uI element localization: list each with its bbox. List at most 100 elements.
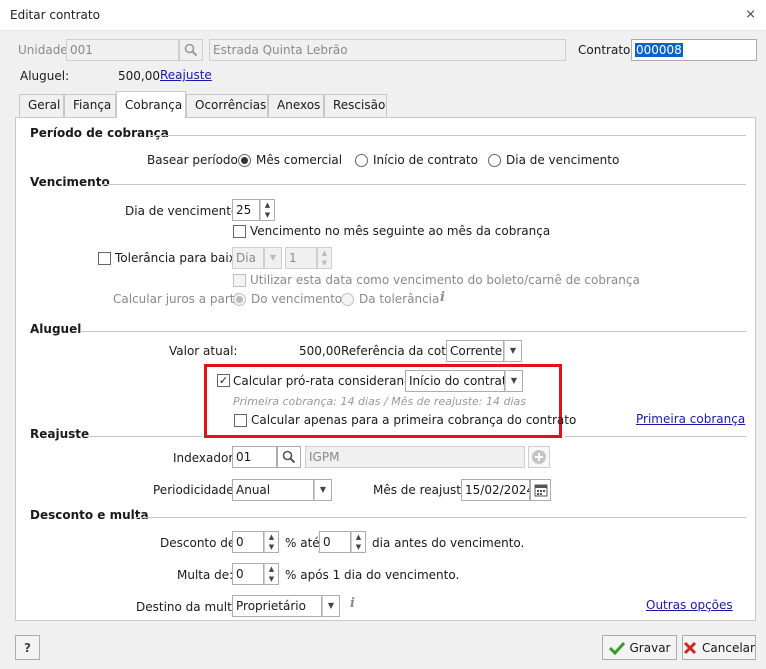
prorata-checkbox[interactable]: ✓ (217, 374, 230, 387)
do-vencimento-label: Do vencimento (251, 292, 343, 306)
checkmark-icon (608, 641, 625, 655)
reajuste-link[interactable]: Reajuste (160, 68, 212, 82)
mes-reajuste-label: Mês de reajuste: (373, 483, 473, 497)
calendar-button[interactable] (530, 479, 551, 501)
aluguel-label: Aluguel: (20, 69, 70, 83)
tab-geral[interactable]: Geral (19, 94, 64, 117)
da-tolerancia-label: Da tolerância (359, 292, 440, 306)
ate-dias-input[interactable]: 0 (319, 531, 351, 553)
unidade-code-input: 001 (66, 39, 179, 61)
referencia-dropdown[interactable]: ▼ (504, 340, 522, 362)
destino-dropdown[interactable]: ▼ (322, 595, 340, 617)
referencia-label: Referência da cota: (341, 344, 458, 358)
dia-vencimento-label: Dia de vencimento: (125, 204, 243, 218)
vencimento-section-title: Vencimento (30, 175, 110, 189)
contrato-value: 000008 (635, 43, 683, 57)
plus-circle-icon (532, 450, 546, 464)
primeira-cobranca-link[interactable]: Primeira cobrança (636, 412, 745, 426)
unidade-name-input: Estrada Quinta Lebrão (209, 39, 566, 61)
reajuste-divider (84, 436, 202, 437)
reajuste-divider-right (565, 436, 746, 437)
mes-reajuste-input[interactable]: 15/02/2024 (461, 479, 530, 501)
info-icon[interactable]: i (440, 290, 445, 305)
title-bar: Editar contrato ⨯ (0, 0, 766, 31)
cancelar-button[interactable]: Cancelar (682, 635, 756, 660)
radio-mes-comercial[interactable] (238, 154, 251, 167)
apenas-primeira-label: Calcular apenas para a primeira cobrança… (251, 413, 577, 427)
multa-label: Multa de: (177, 568, 234, 582)
dia-vencimento-option-label: Dia de vencimento (506, 153, 620, 167)
dia-vencimento-stepper[interactable]: ▲ ▼ (260, 199, 275, 221)
tolerancia-unit-select: Dia (232, 247, 264, 269)
aluguel-divider (80, 331, 746, 332)
add-indexador-button[interactable] (528, 446, 550, 468)
help-icon: ? (24, 640, 31, 655)
close-icon[interactable]: ⨯ (745, 7, 756, 22)
window-title: Editar contrato (10, 8, 100, 22)
juros-label: Calcular juros a partir: (113, 292, 247, 306)
contrato-input[interactable]: 000008 (631, 39, 757, 61)
tolerancia-value-input: 1 (285, 247, 317, 269)
mes-comercial-label: Mês comercial (256, 153, 343, 167)
radio-inicio-contrato[interactable] (355, 154, 368, 167)
periodicidade-select[interactable]: Anual (232, 479, 314, 501)
outras-opcoes-link[interactable]: Outras opções (646, 598, 733, 612)
aluguel-value: 500,00 (118, 69, 160, 83)
tab-fianca[interactable]: Fiança (64, 94, 116, 117)
multa-stepper[interactable]: ▲ ▼ (264, 563, 279, 585)
gravar-label: Gravar (629, 640, 671, 655)
aluguel-section-title: Aluguel (30, 322, 82, 336)
gravar-button[interactable]: Gravar (602, 635, 677, 660)
dia-vencimento-input[interactable]: 25 (232, 199, 260, 221)
reajuste-section-title: Reajuste (30, 427, 90, 441)
indexador-name-input: IGPM (305, 446, 525, 468)
destino-select[interactable]: Proprietário (232, 595, 322, 617)
cancelar-label: Cancelar (702, 640, 755, 655)
contrato-label: Contrato: (578, 43, 635, 57)
inicio-contrato-label: Início de contrato (373, 153, 478, 167)
prorata-select[interactable]: Início do contrato (405, 370, 505, 392)
indexador-code-input[interactable]: 01 (232, 446, 277, 468)
desconto-stepper[interactable]: ▲ ▼ (264, 531, 279, 553)
prorata-label: Calcular pró-rata considerando: (233, 374, 424, 388)
multa-input[interactable]: 0 (232, 563, 264, 585)
apenas-primeira-checkbox[interactable] (234, 414, 247, 427)
prorata-dropdown[interactable]: ▼ (505, 370, 523, 392)
radio-da-tolerancia (341, 293, 354, 306)
tolerancia-stepper: ▲ ▼ (317, 247, 332, 269)
vencimento-divider (103, 184, 746, 185)
tab-ocorrencias[interactable]: Ocorrências (186, 94, 268, 117)
indexador-search-button[interactable] (277, 446, 301, 468)
tab-cobranca[interactable]: Cobrança (116, 91, 186, 118)
periodicidade-dropdown[interactable]: ▼ (314, 479, 332, 501)
unidade-label: Unidade: (18, 43, 72, 57)
unidade-search-button (179, 39, 203, 61)
mes-seguinte-checkbox[interactable] (233, 225, 246, 238)
desconto-input[interactable]: 0 (232, 531, 264, 553)
valor-atual-label: Valor atual: (169, 344, 238, 358)
valor-atual-value: 500,00 (299, 344, 341, 358)
destino-label: Destino da multa: (136, 600, 244, 614)
utilizar-data-label: Utilizar esta data como vencimento do bo… (250, 273, 640, 287)
apos-label: % após 1 dia do vencimento. (285, 568, 460, 582)
search-icon (282, 450, 296, 464)
tolerancia-unit-dropdown: ▼ (264, 247, 282, 269)
help-button[interactable]: ? (15, 635, 40, 660)
prorata-info: Primeira cobrança: 14 dias / Mês de reaj… (233, 395, 527, 408)
tab-anexos[interactable]: Anexos (268, 94, 324, 117)
periodo-divider (150, 135, 746, 136)
referencia-select[interactable]: Corrente (446, 340, 504, 362)
info-icon[interactable]: i (350, 596, 355, 611)
ate-dias-stepper[interactable]: ▲ ▼ (351, 531, 366, 553)
search-icon (184, 43, 198, 57)
periodo-section-title: Período de cobrança (30, 126, 169, 140)
indexador-label: Indexador: (173, 451, 238, 465)
radio-do-vencimento (233, 293, 246, 306)
radio-dia-vencimento[interactable] (488, 154, 501, 167)
desconto-divider (135, 517, 746, 518)
tolerancia-checkbox[interactable] (98, 252, 111, 265)
periodicidade-label: Periodicidade: (153, 483, 238, 497)
desconto-label: Desconto de: (160, 536, 240, 550)
tab-rescisao[interactable]: Rescisão (324, 94, 387, 117)
desconto-section-title: Desconto e multa (30, 508, 149, 522)
